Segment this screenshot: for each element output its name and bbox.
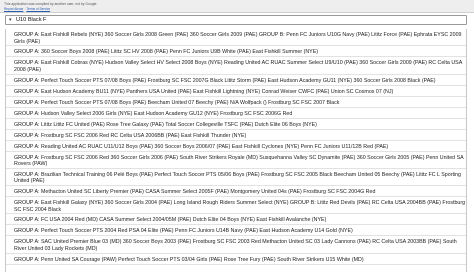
list-item[interactable]: GROUP A: East Fishkill Cobras (NYE) Huds…	[6, 57, 466, 75]
list-item[interactable]: GROUP A: Perfect Touch Soccer PTS 07/08 …	[6, 97, 466, 108]
terms-of-service-link[interactable]: Terms of Service	[26, 7, 50, 11]
list-item[interactable]: GROUP A: Methacton United SC Liberty Pre…	[6, 186, 466, 198]
list-item[interactable]: GROUP A: 360 Soccer Boys 2008 (PAE) Liti…	[6, 46, 466, 58]
game-list: GROUP A: East Fishkill Rebels (NYE) 360 …	[5, 29, 467, 272]
report-abuse-link[interactable]: Report Abuse	[4, 7, 23, 11]
list-item[interactable]: GROUP A: Perfect Touch Soccer PTS 07/08 …	[6, 75, 466, 86]
list-item[interactable]: GROUP A: Frostburg SC FSC 2006 Red RC Ce…	[6, 130, 466, 141]
banner-links: Report Abuse-Terms of Service	[4, 7, 50, 11]
list-item[interactable]: GROUP A: East Fishkill Rebels (NYE) 360 …	[6, 29, 466, 47]
notice-banner: This application was compiled by another…	[0, 0, 474, 13]
list-item[interactable]: GROUP A: Brazilian Technical Training 06…	[6, 169, 466, 187]
list-item[interactable]: GROUP A: Perfect Touch Soccer PTS 2004 R…	[6, 225, 466, 237]
list-item[interactable]: GROUP A: Frostburg SC FSC 2006 Red 360 S…	[6, 152, 466, 169]
list-item[interactable]: GROUP A: Hudson Valley Select 2006 Girls…	[6, 108, 466, 119]
chevron-down-icon: ▾	[9, 17, 12, 23]
list-item[interactable]: GROUP A: East Hudson Academy BU11 (NYE) …	[6, 86, 466, 97]
division-select-value: U10 Black F	[16, 17, 47, 23]
list-item[interactable]: GROUP A: Reading United AC RUAC U11/U12 …	[6, 141, 466, 152]
notice-message: This application was compiled by another…	[4, 2, 98, 6]
list-item[interactable]: GROUP A: FC USA 2004 Red (MD) CASA Summe…	[6, 214, 466, 226]
list-item[interactable]: GROUP A: Penn United SA Courage (PAW) Pe…	[6, 254, 466, 265]
division-select[interactable]: ▾ U10 Black F	[5, 15, 467, 25]
list-item[interactable]: GROUP A: SAC United Premier Blue 03 (MD)…	[6, 236, 466, 254]
list-item[interactable]: GROUP A: East Fishkill Galaxy (NYE) 360 …	[6, 197, 466, 215]
list-item[interactable]: GROUP A: Lititz Lititz FC United (PAE) R…	[6, 119, 466, 130]
